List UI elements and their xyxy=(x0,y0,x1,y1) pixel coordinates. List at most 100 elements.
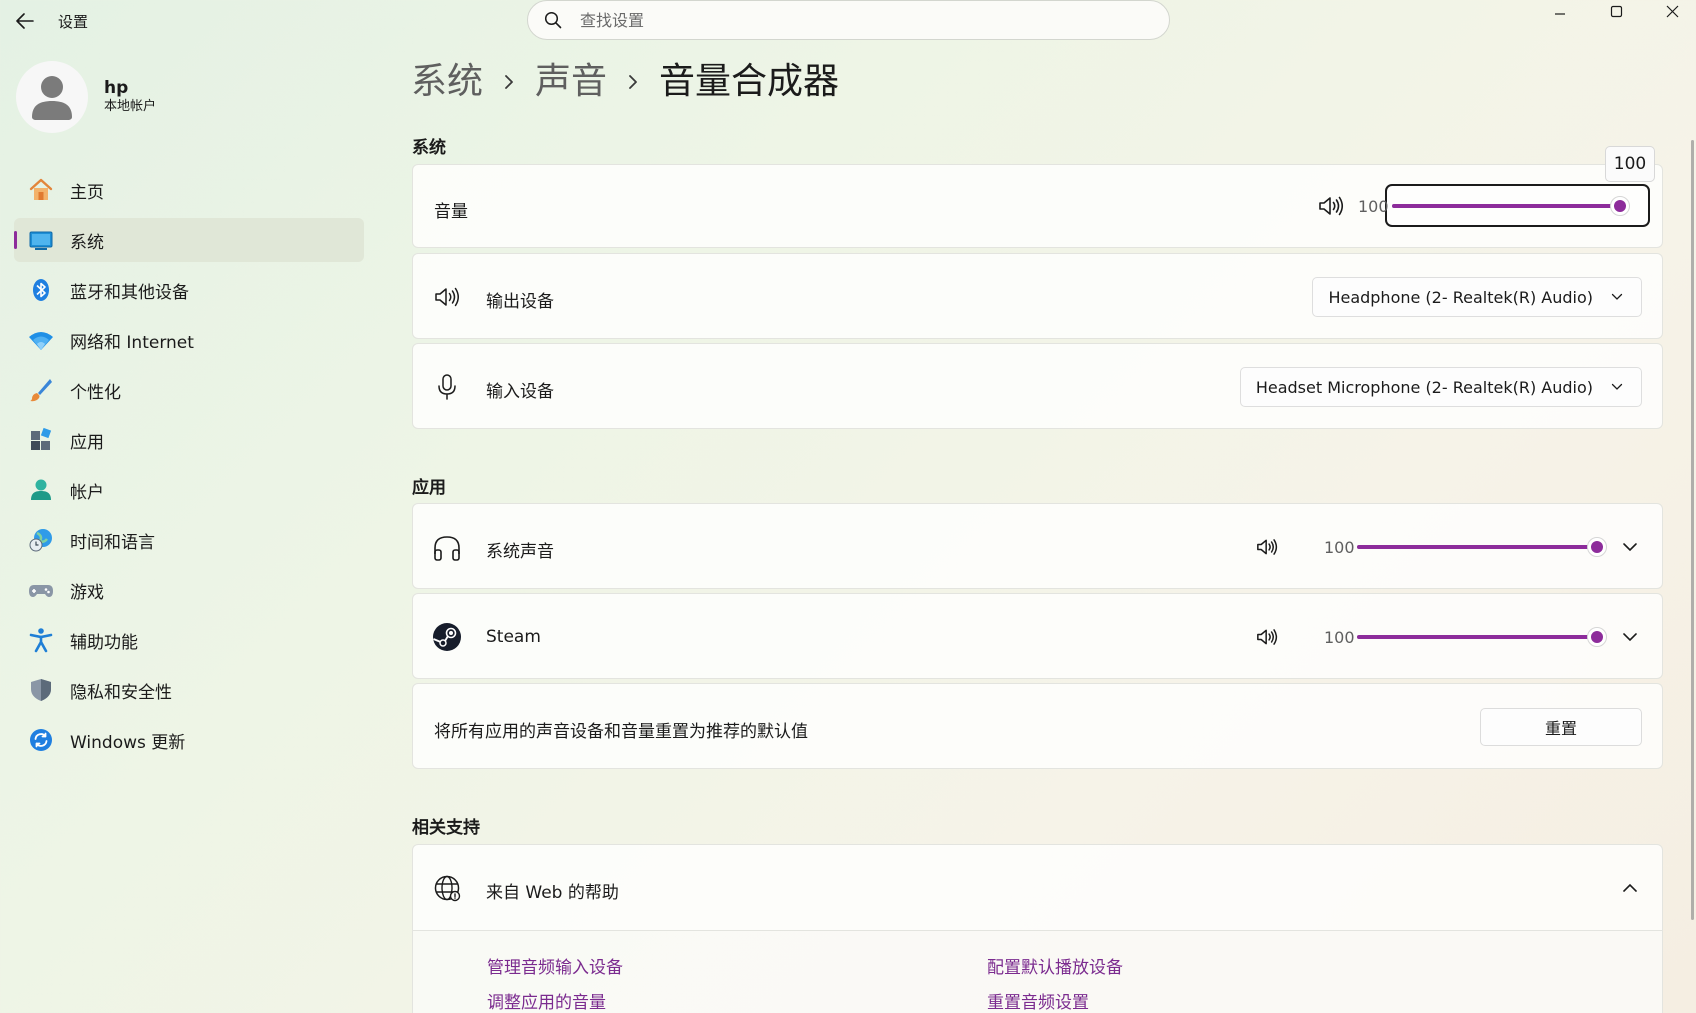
master-volume-value: 100 xyxy=(1358,197,1389,216)
chevron-down-icon xyxy=(1623,543,1637,552)
breadcrumb-sound[interactable]: 声音 xyxy=(535,60,607,104)
reset-button[interactable]: 重置 xyxy=(1480,708,1642,746)
title-bar: 设置 xyxy=(0,0,1696,42)
app-volume-value: 100 xyxy=(1324,628,1355,647)
headphones-icon xyxy=(432,533,462,563)
close-icon xyxy=(1666,5,1678,17)
back-arrow-icon xyxy=(16,13,34,29)
web-help-card[interactable]: 来自 Web 的帮助 xyxy=(412,844,1663,931)
app-volume-card-system-sounds: 系统声音 100 xyxy=(412,503,1663,589)
sidebar-item-time-language[interactable]: 时间和语言 xyxy=(14,518,364,562)
gamepad-icon xyxy=(28,577,54,603)
sidebar-item-system[interactable]: 系统 xyxy=(14,218,364,262)
link-default-playback-device[interactable]: 配置默认播放设备 xyxy=(987,953,1123,978)
steam-icon xyxy=(432,622,462,652)
expand-app-button[interactable] xyxy=(1615,532,1645,562)
app-volume-card-steam: Steam 100 xyxy=(412,593,1663,679)
sidebar-item-label: 辅助功能 xyxy=(70,632,138,653)
sidebar-item-label: 个性化 xyxy=(70,382,121,403)
microphone-icon xyxy=(432,372,462,402)
app-volume-slider[interactable] xyxy=(1357,537,1607,557)
input-device-label: 输入设备 xyxy=(486,382,554,402)
search-input[interactable] xyxy=(580,10,1140,30)
bluetooth-icon xyxy=(28,277,54,303)
app-volume-slider[interactable] xyxy=(1357,627,1607,647)
page-title: 音量合成器 xyxy=(659,61,840,102)
close-button[interactable] xyxy=(1644,0,1696,22)
input-device-dropdown[interactable]: Headset Microphone (2- Realtek(R) Audio) xyxy=(1239,367,1642,407)
master-volume-label: 音量 xyxy=(434,202,468,222)
sidebar-item-home[interactable]: 主页 xyxy=(14,168,364,212)
maximize-icon xyxy=(1610,5,1622,17)
time-language-icon xyxy=(28,527,54,553)
master-volume-slider[interactable] xyxy=(1392,196,1630,216)
user-avatar-icon xyxy=(32,76,72,120)
speaker-icon xyxy=(1257,539,1278,555)
maximize-button[interactable] xyxy=(1588,0,1644,22)
sidebar-item-privacy[interactable]: 隐私和安全性 xyxy=(14,668,364,712)
slider-fill xyxy=(1357,635,1597,639)
brush-icon xyxy=(28,377,54,403)
section-label-related-support: 相关支持 xyxy=(412,818,480,838)
reset-description: 将所有应用的声音设备和音量重置为推荐的默认值 xyxy=(434,722,808,742)
speaker-mute-toggle[interactable] xyxy=(1317,194,1345,218)
sidebar-item-label: 隐私和安全性 xyxy=(70,682,172,703)
apps-icon xyxy=(28,427,54,453)
reset-defaults-card: 将所有应用的声音设备和音量重置为推荐的默认值 重置 xyxy=(412,683,1663,769)
sidebar-item-accounts[interactable]: 帐户 xyxy=(14,468,364,512)
output-device-card: 输出设备 Headphone (2- Realtek(R) Audio) xyxy=(412,253,1663,339)
account-icon xyxy=(28,477,54,503)
accessibility-icon xyxy=(28,627,54,653)
back-button[interactable] xyxy=(12,8,38,34)
sidebar-item-label: 蓝牙和其他设备 xyxy=(70,282,189,303)
input-device-card: 输入设备 Headset Microphone (2- Realtek(R) A… xyxy=(412,343,1663,429)
breadcrumb: 系统 声音 音量合成器 xyxy=(411,60,839,104)
scrollbar[interactable] xyxy=(1691,140,1694,920)
app-name: Steam xyxy=(486,627,541,647)
sidebar-item-personalization[interactable]: 个性化 xyxy=(14,368,364,412)
slider-thumb[interactable] xyxy=(1610,196,1630,216)
profile-name: hp xyxy=(104,78,129,98)
sidebar-item-accessibility[interactable]: 辅助功能 xyxy=(14,618,364,662)
app-volume-value: 100 xyxy=(1324,538,1355,557)
sidebar-item-windows-update[interactable]: Windows 更新 xyxy=(14,718,364,762)
shield-icon xyxy=(28,677,54,703)
avatar xyxy=(16,61,88,133)
app-title: 设置 xyxy=(58,13,89,31)
slider-fill xyxy=(1357,545,1597,549)
system-icon xyxy=(28,227,54,253)
user-profile[interactable]: hp 本地帐户 xyxy=(16,61,156,133)
section-label-system: 系统 xyxy=(412,138,446,158)
sidebar-item-label: 网络和 Internet xyxy=(70,332,194,353)
slider-thumb[interactable] xyxy=(1587,627,1607,647)
windows-update-icon xyxy=(28,727,54,753)
section-label-apps: 应用 xyxy=(412,478,446,498)
breadcrumb-system[interactable]: 系统 xyxy=(411,60,483,104)
sidebar-item-network[interactable]: 网络和 Internet xyxy=(14,318,364,362)
link-adjust-app-volume[interactable]: 调整应用的音量 xyxy=(487,988,606,1013)
wifi-icon xyxy=(28,327,54,353)
link-reset-audio-settings[interactable]: 重置音频设置 xyxy=(987,988,1089,1013)
expand-app-button[interactable] xyxy=(1615,622,1645,652)
search-box[interactable] xyxy=(527,0,1170,40)
search-icon xyxy=(544,11,562,29)
sidebar-item-label: 游戏 xyxy=(70,582,104,603)
chevron-down-icon xyxy=(1611,383,1623,391)
web-help-links-panel: 管理音频输入设备 配置默认播放设备 调整应用的音量 重置音频设置 xyxy=(412,931,1663,1013)
link-manage-audio-input[interactable]: 管理音频输入设备 xyxy=(487,953,623,978)
app-mute-toggle[interactable] xyxy=(1253,625,1281,649)
output-device-dropdown[interactable]: Headphone (2- Realtek(R) Audio) xyxy=(1312,277,1642,317)
input-device-selected: Headset Microphone (2- Realtek(R) Audio) xyxy=(1255,377,1593,397)
sidebar-item-apps[interactable]: 应用 xyxy=(14,418,364,462)
minimize-button[interactable] xyxy=(1532,0,1588,22)
chevron-right-icon xyxy=(627,73,639,91)
sidebar-item-label: 时间和语言 xyxy=(70,532,155,553)
sidebar-item-label: 主页 xyxy=(70,182,104,203)
sidebar-item-bluetooth[interactable]: 蓝牙和其他设备 xyxy=(14,268,364,312)
slider-thumb[interactable] xyxy=(1587,537,1607,557)
speaker-icon xyxy=(1257,629,1278,645)
sidebar-item-gaming[interactable]: 游戏 xyxy=(14,568,364,612)
collapse-help-button[interactable] xyxy=(1615,873,1645,903)
app-mute-toggle[interactable] xyxy=(1253,535,1281,559)
speaker-icon xyxy=(1319,196,1344,216)
